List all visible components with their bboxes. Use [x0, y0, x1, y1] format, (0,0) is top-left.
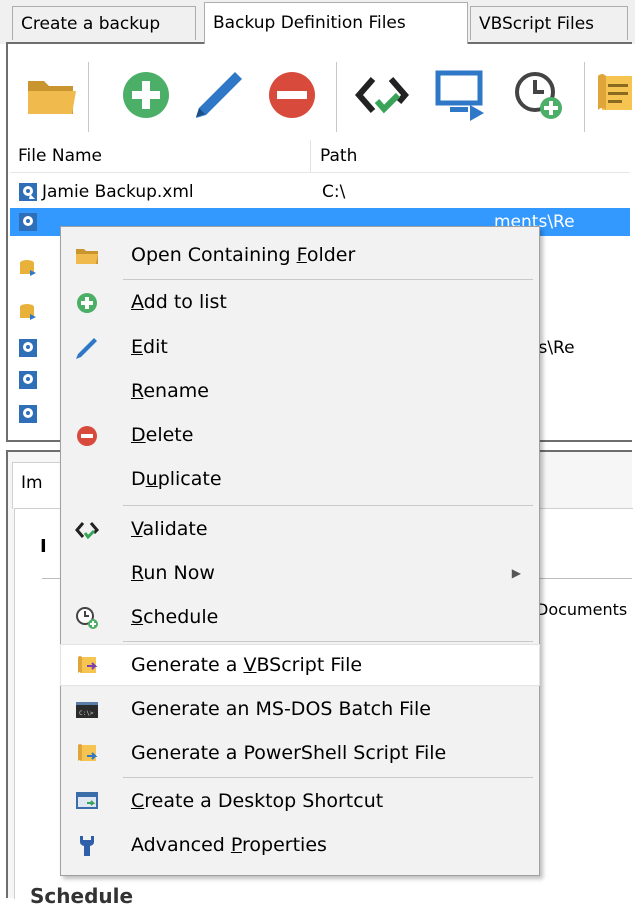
backup-file-icon [19, 405, 37, 423]
menu-separator [123, 777, 533, 778]
details-path-text: Documents [536, 600, 628, 619]
menu-item-label: Delete [131, 424, 194, 446]
vbscript-icon [78, 656, 98, 673]
menu-item-delete[interactable]: Delete [61, 415, 539, 455]
menu-item-label: Advanced Properties [131, 834, 327, 856]
menu-item-generate-vbscript[interactable]: Generate a VBScript File [60, 644, 540, 686]
menu-item-label: Edit [131, 336, 168, 358]
add-button[interactable] [118, 66, 174, 124]
menu-item-open-containing-folder[interactable]: Open Containing Folder [61, 235, 539, 275]
context-menu: Open Containing Folder Add to list Edit … [60, 226, 540, 876]
menu-item-label: Validate [131, 518, 208, 540]
folder-icon [76, 249, 98, 264]
details-heading: I [40, 536, 47, 557]
menu-item-label: Open Containing Folder [131, 244, 356, 266]
open-folder-button[interactable] [24, 66, 80, 124]
folder-open-icon [28, 81, 76, 114]
database-file-icon [20, 304, 36, 320]
toolbar-separator [88, 62, 89, 132]
menu-item-create-desktop-shortcut[interactable]: Create a Desktop Shortcut [61, 781, 539, 821]
menu-item-label: Add to list [131, 291, 227, 313]
add-icon [123, 72, 169, 118]
menu-item-rename[interactable]: Rename [61, 371, 539, 411]
edit-pencil-icon [196, 72, 242, 118]
validate-button[interactable] [354, 66, 410, 124]
backup-file-icon [19, 213, 37, 231]
file-path: C:\ [322, 182, 346, 202]
column-header-file-name[interactable]: File Name [10, 140, 314, 172]
menu-item-edit[interactable]: Edit [61, 327, 539, 367]
run-now-button[interactable] [434, 66, 490, 124]
menu-separator [123, 505, 533, 506]
column-header-path[interactable]: Path [312, 140, 620, 172]
menu-item-run-now[interactable]: Run Now ▶ [61, 553, 539, 593]
add-icon [77, 293, 97, 313]
script-icon [598, 74, 632, 110]
menu-item-label: Generate a PowerShell Script File [131, 742, 447, 764]
generate-script-button[interactable] [594, 66, 634, 124]
menu-item-generate-powershell[interactable]: Generate a PowerShell Script File [61, 733, 539, 773]
validate-icon [355, 77, 409, 114]
menu-item-validate[interactable]: Validate [61, 509, 539, 549]
menu-item-advanced-properties[interactable]: Advanced Properties [61, 825, 539, 865]
backup-file-icon [19, 371, 37, 389]
menu-separator [123, 279, 533, 280]
menu-item-label: Rename [131, 380, 209, 402]
validate-icon [75, 522, 99, 540]
tab-bar: Create a backup Backup Definition Files … [0, 0, 635, 44]
menu-item-label: Schedule [131, 606, 219, 628]
run-now-icon [435, 70, 484, 121]
database-file-icon [20, 260, 36, 276]
tab-details-label: Im [21, 473, 43, 493]
menu-item-label: Create a Desktop Shortcut [131, 790, 384, 812]
menu-item-generate-batch[interactable]: C:\> Generate an MS-DOS Batch File [61, 689, 539, 729]
edit-pencil-icon [76, 338, 97, 359]
table-row[interactable]: Jamie Backup.xml C:\ [10, 178, 630, 206]
desktop-shortcut-icon [76, 792, 98, 809]
tab-backup-definition-files[interactable]: Backup Definition Files [204, 2, 468, 44]
delete-icon [77, 426, 97, 446]
menu-item-label: Generate an MS-DOS Batch File [131, 698, 431, 720]
schedule-icon [76, 607, 98, 629]
grid-header: File Name Path [10, 140, 630, 173]
delete-icon [269, 72, 315, 118]
batch-icon: C:\> [76, 702, 98, 718]
edit-button[interactable] [190, 66, 246, 124]
backup-file-icon [19, 339, 37, 357]
svg-text:C:\>: C:\> [79, 710, 94, 717]
menu-item-schedule[interactable]: Schedule [61, 597, 539, 637]
menu-item-label: Duplicate [131, 468, 222, 490]
schedule-button[interactable] [510, 66, 566, 124]
menu-item-add-to-list[interactable]: Add to list [61, 282, 539, 322]
menu-item-label: Generate a VBScript File [131, 654, 363, 676]
file-name: Jamie Backup.xml [42, 182, 194, 202]
backup-file-icon [19, 183, 37, 201]
toolbar [14, 54, 634, 144]
submenu-arrow-icon: ▶ [511, 566, 521, 580]
column-separator[interactable] [310, 140, 311, 172]
menu-item-duplicate[interactable]: Duplicate [61, 459, 539, 499]
wrench-icon [80, 836, 94, 856]
toolbar-separator [336, 62, 337, 132]
powershell-icon [78, 744, 98, 761]
schedule-heading: Schedule [30, 884, 134, 908]
menu-item-label: Run Now [131, 562, 215, 584]
toolbar-separator [584, 62, 585, 132]
tab-create-backup[interactable]: Create a backup [12, 6, 196, 40]
tab-vbscript-files[interactable]: VBScript Files [470, 6, 628, 40]
menu-separator [123, 641, 533, 642]
delete-button[interactable] [264, 66, 320, 124]
schedule-icon [515, 72, 562, 119]
